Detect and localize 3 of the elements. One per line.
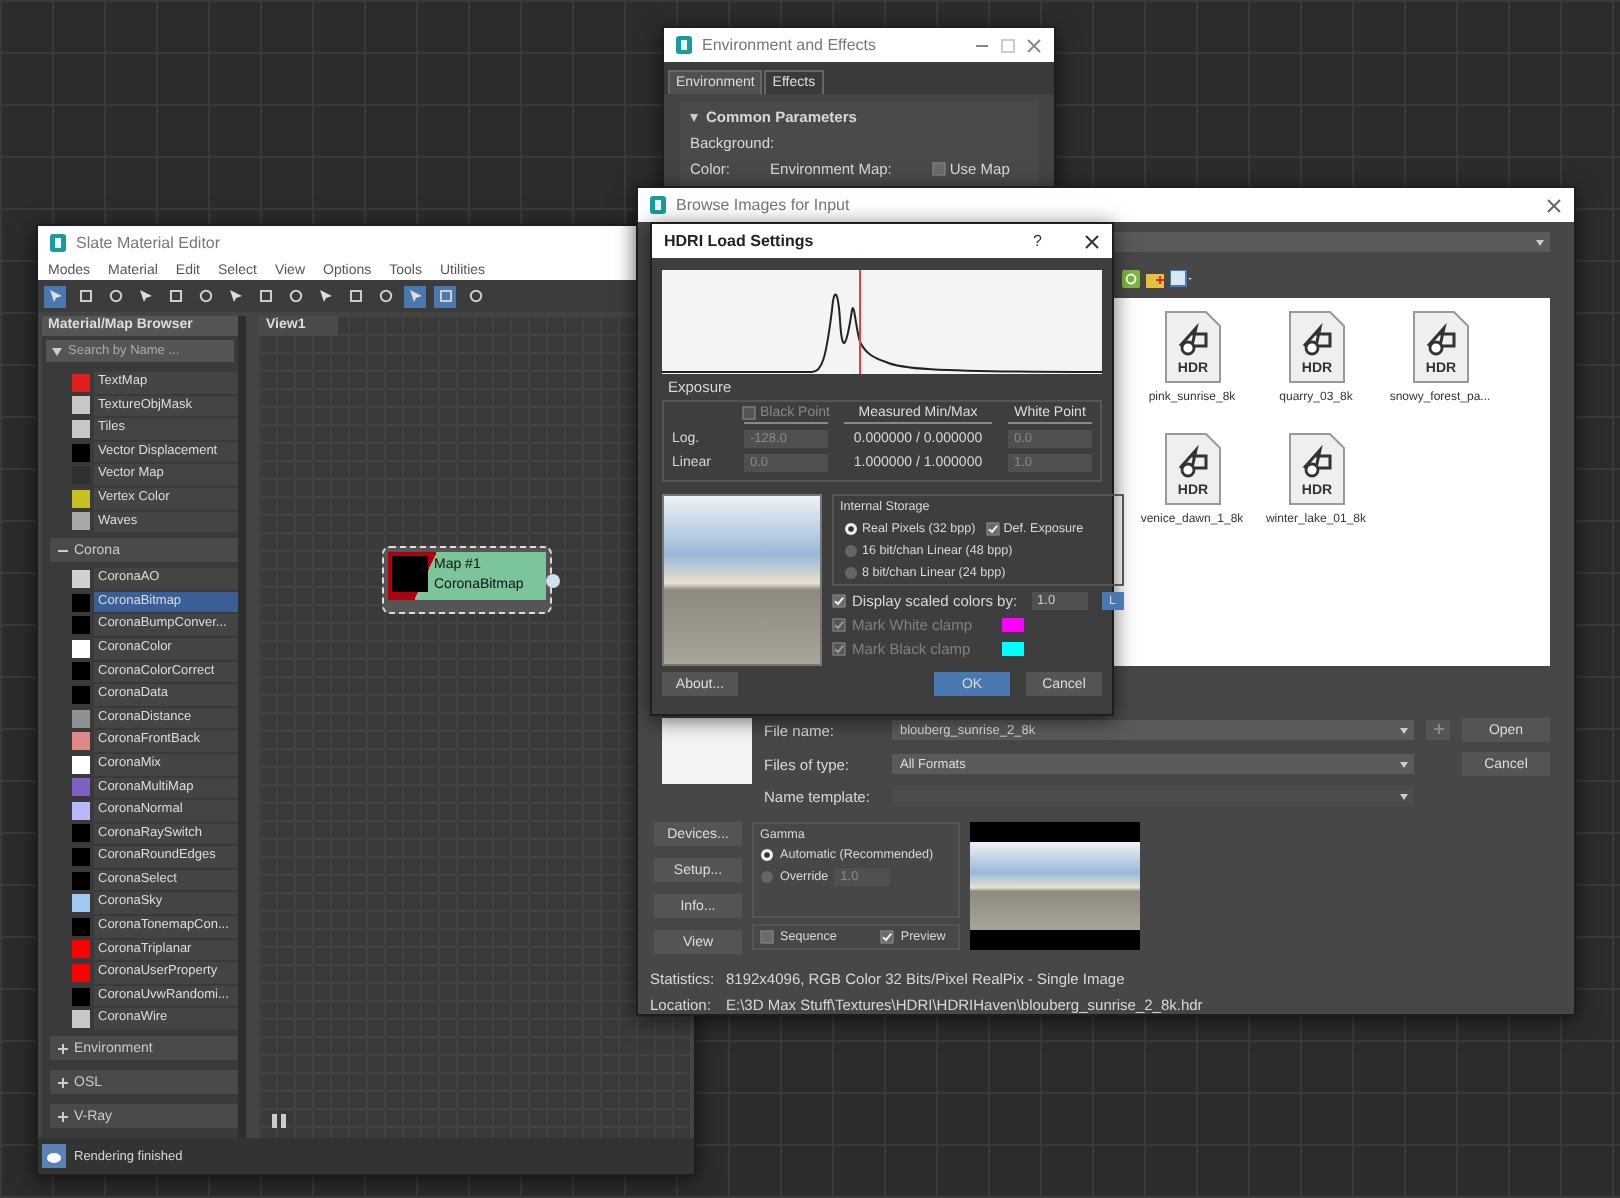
window-title: HDRI Load Settings (664, 232, 816, 250)
window-title: Environment and Effects (702, 36, 879, 54)
window-title: Browse Images for Input (676, 196, 852, 214)
